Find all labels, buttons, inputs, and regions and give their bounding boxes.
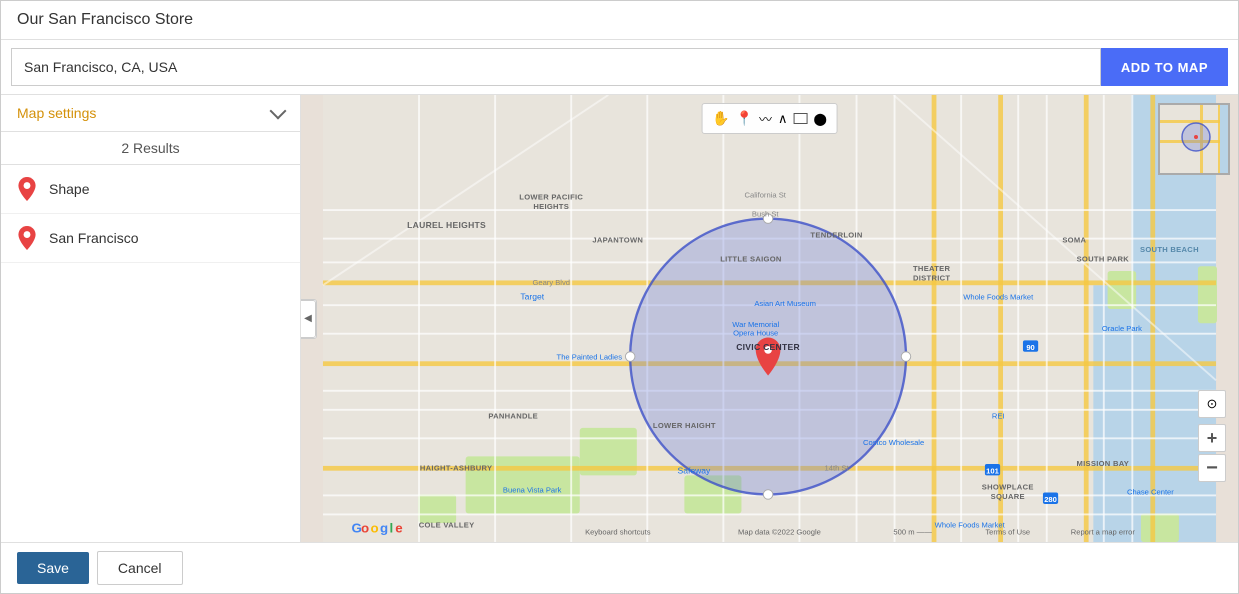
title-bar: Our San Francisco Store [1, 1, 1238, 40]
svg-text:SOUTH PARK: SOUTH PARK [1077, 254, 1130, 263]
svg-text:l: l [390, 520, 394, 535]
svg-text:14th St: 14th St [825, 464, 850, 473]
zoom-out-button[interactable]: − [1198, 454, 1226, 482]
map-container[interactable]: LAUREL HEIGHTS LOWER PACIFIC HEIGHTS JAP… [301, 95, 1238, 542]
svg-text:The Painted Ladies: The Painted Ladies [557, 352, 623, 361]
marker-tool-icon[interactable]: 📍 [736, 110, 753, 127]
svg-text:SOMA: SOMA [1062, 235, 1086, 244]
app-container: Our San Francisco Store ADD TO MAP Map s… [0, 0, 1239, 594]
minimap-svg [1160, 105, 1230, 175]
chevron-down-icon [270, 103, 287, 120]
collapse-arrow[interactable]: ◀ [301, 300, 316, 338]
search-bar: ADD TO MAP [1, 40, 1238, 95]
svg-text:Costco Wholesale: Costco Wholesale [863, 438, 924, 447]
result-item-shape[interactable]: Shape [1, 165, 300, 214]
svg-text:o: o [371, 520, 379, 535]
page-title: Our San Francisco Store [17, 11, 1222, 29]
svg-text:THEATER: THEATER [913, 264, 951, 273]
bottom-bar: Save Cancel [1, 542, 1238, 593]
svg-text:Bush St: Bush St [752, 210, 779, 219]
svg-text:HAIGHT-ASHBURY: HAIGHT-ASHBURY [420, 464, 492, 473]
svg-text:101: 101 [986, 467, 999, 476]
svg-text:California St: California St [745, 191, 787, 200]
map-settings-label: Map settings [17, 105, 96, 121]
svg-text:g: g [380, 520, 388, 535]
svg-text:Asian Art Museum: Asian Art Museum [754, 299, 816, 308]
svg-text:REI: REI [992, 411, 1005, 420]
map-toolbar: ✋ 📍 〰 ∧ ⬤ [701, 103, 838, 134]
svg-text:LAUREL HEIGHTS: LAUREL HEIGHTS [407, 220, 486, 230]
svg-text:MISSION BAY: MISSION BAY [1077, 459, 1130, 468]
svg-text:JAPANTOWN: JAPANTOWN [592, 235, 643, 244]
save-button[interactable]: Save [17, 552, 89, 584]
main-content: Map settings 2 Results Shape San Francis… [1, 95, 1238, 542]
svg-text:Map data ©2022 Google: Map data ©2022 Google [738, 527, 821, 536]
svg-text:Report a map error: Report a map error [1071, 527, 1136, 536]
result-item-san-francisco[interactable]: San Francisco [1, 214, 300, 263]
pin-icon-sf [17, 226, 37, 250]
svg-text:COLE VALLEY: COLE VALLEY [419, 521, 475, 530]
svg-text:LITTLE SAIGON: LITTLE SAIGON [720, 254, 782, 263]
locate-button[interactable]: ⊙ [1198, 390, 1226, 418]
map-background: LAUREL HEIGHTS LOWER PACIFIC HEIGHTS JAP… [301, 95, 1238, 542]
path-tool-icon[interactable]: ∧ [778, 111, 788, 127]
results-count: 2 Results [1, 132, 300, 165]
svg-text:Geary Blvd: Geary Blvd [532, 278, 570, 287]
svg-text:o: o [361, 520, 369, 535]
zoom-in-button[interactable]: + [1198, 424, 1226, 452]
svg-text:500 m ——: 500 m —— [893, 527, 932, 536]
svg-text:CIVIC CENTER: CIVIC CENTER [736, 342, 800, 352]
result-label-sf: San Francisco [49, 230, 138, 246]
cancel-button[interactable]: Cancel [97, 551, 183, 585]
pin-icon-shape [17, 177, 37, 201]
result-label-shape: Shape [49, 181, 89, 197]
svg-text:Target: Target [520, 291, 544, 301]
svg-text:PANHANDLE: PANHANDLE [488, 411, 538, 420]
svg-text:Chase Center: Chase Center [1127, 487, 1174, 496]
svg-text:280: 280 [1044, 495, 1057, 504]
svg-text:Safeway: Safeway [677, 466, 711, 476]
svg-text:SHOWPLACE: SHOWPLACE [982, 483, 1034, 492]
zoom-controls: ⊙ + − [1198, 390, 1226, 482]
svg-text:LOWER PACIFIC: LOWER PACIFIC [519, 193, 583, 202]
svg-text:Buena Vista Park: Buena Vista Park [503, 486, 562, 495]
hand-tool-icon[interactable]: ✋ [712, 110, 729, 127]
svg-text:SQUARE: SQUARE [991, 492, 1025, 501]
polyline-tool-icon[interactable]: 〰 [759, 109, 772, 128]
svg-text:Opera House: Opera House [733, 329, 778, 338]
svg-text:TENDERLOIN: TENDERLOIN [810, 231, 862, 240]
circle-tool-icon[interactable]: ⬤ [813, 112, 826, 126]
svg-text:DISTRICT: DISTRICT [913, 273, 950, 282]
minimap[interactable] [1158, 103, 1230, 175]
svg-text:Oracle Park: Oracle Park [1102, 324, 1142, 333]
svg-text:Whole Foods Market: Whole Foods Market [963, 292, 1034, 301]
svg-text:MISSION: MISSION [829, 540, 863, 542]
map-settings-toggle[interactable]: Map settings [1, 95, 300, 132]
svg-text:SOUTH BEACH: SOUTH BEACH [1140, 245, 1199, 254]
svg-text:HEIGHTS: HEIGHTS [533, 202, 569, 211]
rectangle-tool-icon[interactable] [793, 113, 807, 124]
svg-text:LOWER HAIGHT: LOWER HAIGHT [653, 421, 716, 430]
search-input[interactable] [11, 48, 1101, 86]
sidebar: Map settings 2 Results Shape San Francis… [1, 95, 301, 542]
svg-text:90: 90 [1026, 343, 1034, 352]
add-to-map-button[interactable]: ADD TO MAP [1101, 48, 1228, 86]
svg-text:Keyboard shortcuts: Keyboard shortcuts [585, 527, 651, 536]
svg-text:e: e [395, 520, 402, 535]
svg-text:Terms of Use: Terms of Use [985, 527, 1030, 536]
